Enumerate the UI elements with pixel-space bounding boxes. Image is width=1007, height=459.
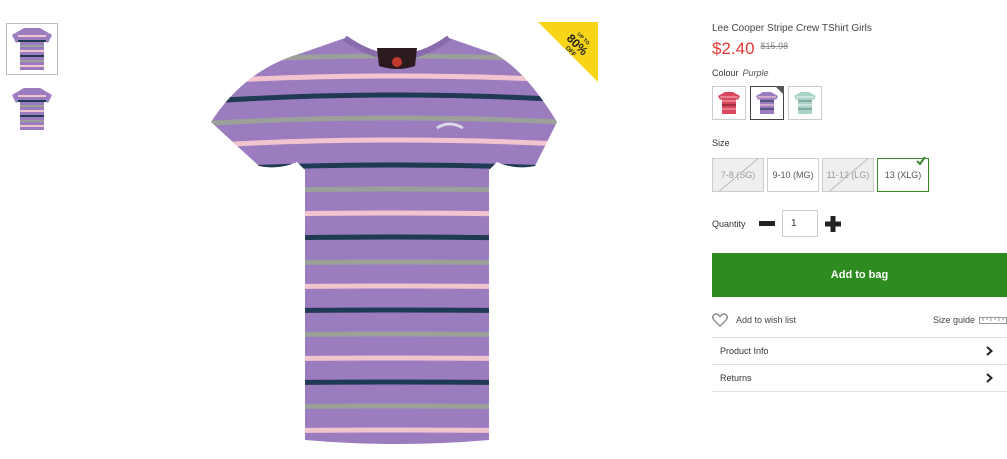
add-to-bag-button[interactable]: Add to bag <box>712 253 1007 297</box>
size-guide-label: Size guide <box>932 315 975 325</box>
size-guide-link[interactable]: Size guide <box>933 315 1007 325</box>
size-option-7-8[interactable]: 7-8 (SG) <box>712 158 764 192</box>
original-price: $15.98 <box>760 41 789 51</box>
colour-swatch-red[interactable] <box>712 86 746 120</box>
price-row: $2.40 $15.98 <box>712 39 1007 59</box>
wishlist-row: Add to wish list Size guide <box>712 313 1007 327</box>
size-options: 7-8 (SG) 9-10 (MG) 11-12 (LG) 13 (XLG) <box>712 156 1007 192</box>
size-label: Size <box>712 138 730 148</box>
size-option-label: 7-8 (SG) <box>720 170 756 180</box>
quantity-decrease-button[interactable] <box>758 215 776 233</box>
quantity-increase-button[interactable] <box>824 215 842 233</box>
plus-icon <box>825 215 841 232</box>
thumbnail-list <box>6 23 60 143</box>
size-option-label: 13 (XLG) <box>884 170 922 180</box>
product-details-panel: Lee Cooper Stripe Crew TShirt Girls $2.4… <box>712 20 1007 392</box>
colour-swatch-mint[interactable] <box>788 86 822 120</box>
size-option-9-10[interactable]: 9-10 (MG) <box>767 158 819 192</box>
size-option-13[interactable]: 13 (XLG) <box>877 156 929 192</box>
colour-swatches <box>712 86 1007 120</box>
tshirt-mint-icon <box>794 92 816 114</box>
tshirt-thumbnail-icon <box>12 28 52 70</box>
chevron-right-icon <box>986 346 993 356</box>
tshirt-red-icon <box>718 92 740 114</box>
colour-row: Colour Purple <box>712 68 1007 78</box>
quantity-row: Quantity <box>712 210 1007 237</box>
checkmark-icon <box>916 156 926 166</box>
thumbnail-front[interactable] <box>6 23 58 75</box>
minus-icon <box>759 220 775 226</box>
size-option-11-12[interactable]: 11-12 (LG) <box>822 158 874 192</box>
accordion-label: Returns <box>720 373 752 383</box>
size-option-label: 11-12 (LG) <box>826 170 870 180</box>
quantity-input[interactable] <box>782 210 818 237</box>
chevron-right-icon <box>986 373 993 383</box>
product-main-image <box>211 35 557 444</box>
accordion-product-info[interactable]: Product Info <box>712 338 1007 365</box>
thumbnail-back[interactable] <box>6 83 58 135</box>
colour-swatch-purple[interactable] <box>750 86 784 120</box>
discount-badge: UP TO 80% OFF <box>538 22 598 82</box>
accordion-returns[interactable]: Returns <box>712 365 1007 392</box>
tshirt-thumbnail-icon <box>12 88 52 130</box>
ruler-icon <box>979 316 1007 324</box>
add-to-wishlist-link[interactable]: Add to wish list <box>712 313 796 327</box>
selected-colour: Purple <box>742 68 769 78</box>
selected-corner-icon <box>775 86 784 95</box>
quantity-label: Quantity <box>712 218 746 229</box>
product-title: Lee Cooper Stripe Crew TShirt Girls <box>712 23 872 34</box>
colour-label: Colour <box>712 68 739 78</box>
accordion-label: Product Info <box>720 346 769 356</box>
wishlist-label: Add to wish list <box>736 315 797 325</box>
heart-icon <box>712 313 728 327</box>
info-accordion: Product Info Returns <box>712 337 1007 392</box>
size-option-label: 9-10 (MG) <box>772 170 814 180</box>
current-price: $2.40 <box>712 39 755 58</box>
